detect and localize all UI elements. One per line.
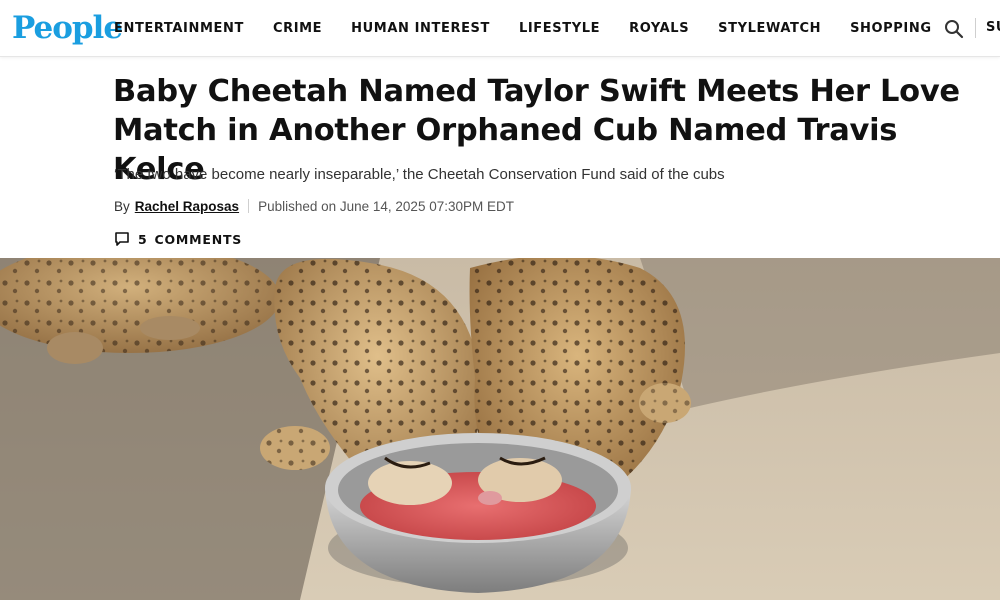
site-logo[interactable]: People	[12, 8, 123, 48]
nav-item-stylewatch[interactable]: STYLEWATCH	[718, 21, 821, 36]
comment-icon	[114, 231, 130, 247]
byline-prefix: By	[114, 198, 130, 214]
subscribe-link[interactable]: SU	[986, 20, 1000, 35]
byline: By Rachel Raposas Published on June 14, …	[114, 197, 514, 215]
nav-item-human-interest[interactable]: HUMAN INTEREST	[351, 21, 490, 36]
nav-item-crime[interactable]: CRIME	[273, 21, 322, 36]
nav-item-entertainment[interactable]: ENTERTAINMENT	[114, 21, 244, 36]
header-divider	[975, 18, 976, 38]
byline-divider	[248, 199, 250, 213]
comments-count: 5	[138, 231, 148, 247]
cheetah-cubs-illustration	[0, 258, 1000, 600]
nav-item-shopping[interactable]: SHOPPING	[850, 21, 932, 36]
nav-item-royals[interactable]: ROYALS	[629, 21, 689, 36]
site-header: People ENTERTAINMENT CRIME HUMAN INTERES…	[0, 0, 1000, 57]
main-nav: ENTERTAINMENT CRIME HUMAN INTEREST LIFES…	[114, 0, 961, 57]
article-dek: ‘The two have become nearly inseparable,…	[114, 166, 725, 183]
nav-item-lifestyle[interactable]: LIFESTYLE	[519, 21, 600, 36]
article-hero-image	[0, 258, 1000, 600]
comments-button[interactable]: 5 COMMENTS	[114, 229, 242, 249]
publish-date: Published on June 14, 2025 07:30PM EDT	[258, 198, 514, 214]
search-icon[interactable]	[943, 18, 965, 40]
author-link[interactable]: Rachel Raposas	[135, 199, 239, 214]
comments-label: COMMENTS	[154, 231, 243, 247]
